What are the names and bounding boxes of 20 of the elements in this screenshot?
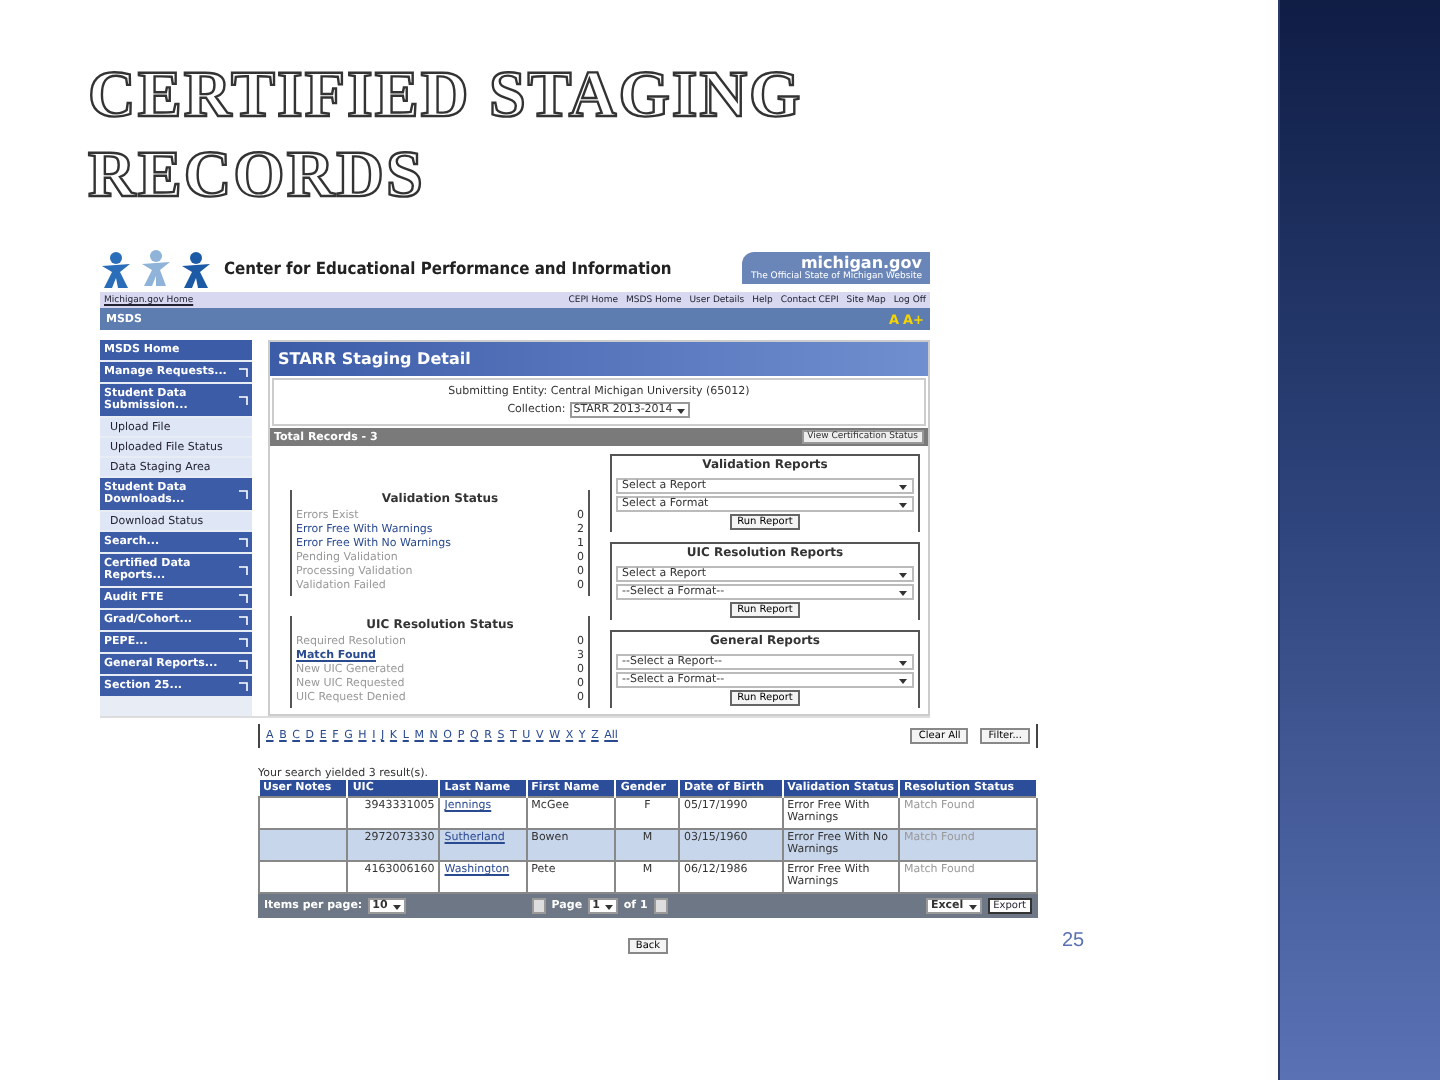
submenu-icon (238, 489, 248, 499)
page-heading-bar: STARR Staging Detail (270, 342, 928, 376)
submenu-icon (238, 681, 248, 691)
page-number: 25 (1062, 930, 1085, 952)
dropdown-arrow-icon (603, 901, 614, 911)
submenu-icon (238, 537, 248, 547)
previous-page-icon[interactable] (531, 898, 546, 914)
agency-name: Center for Educational Performance and Information (224, 257, 674, 277)
submenu-icon (238, 395, 248, 405)
submenu-icon (238, 593, 248, 603)
submenu-icon (238, 637, 248, 647)
dropdown-arrow-icon (676, 405, 687, 415)
submenu-icon (238, 659, 248, 669)
submenu-icon (238, 615, 248, 625)
submenu-icon (238, 565, 248, 575)
submenu-icon (238, 367, 248, 377)
dropdown-arrow-icon (967, 901, 978, 911)
dropdown-arrow-icon (391, 901, 402, 911)
slide-title: CERTIFIED STAGING RECORDS (88, 58, 805, 216)
next-page-icon[interactable] (653, 898, 668, 914)
